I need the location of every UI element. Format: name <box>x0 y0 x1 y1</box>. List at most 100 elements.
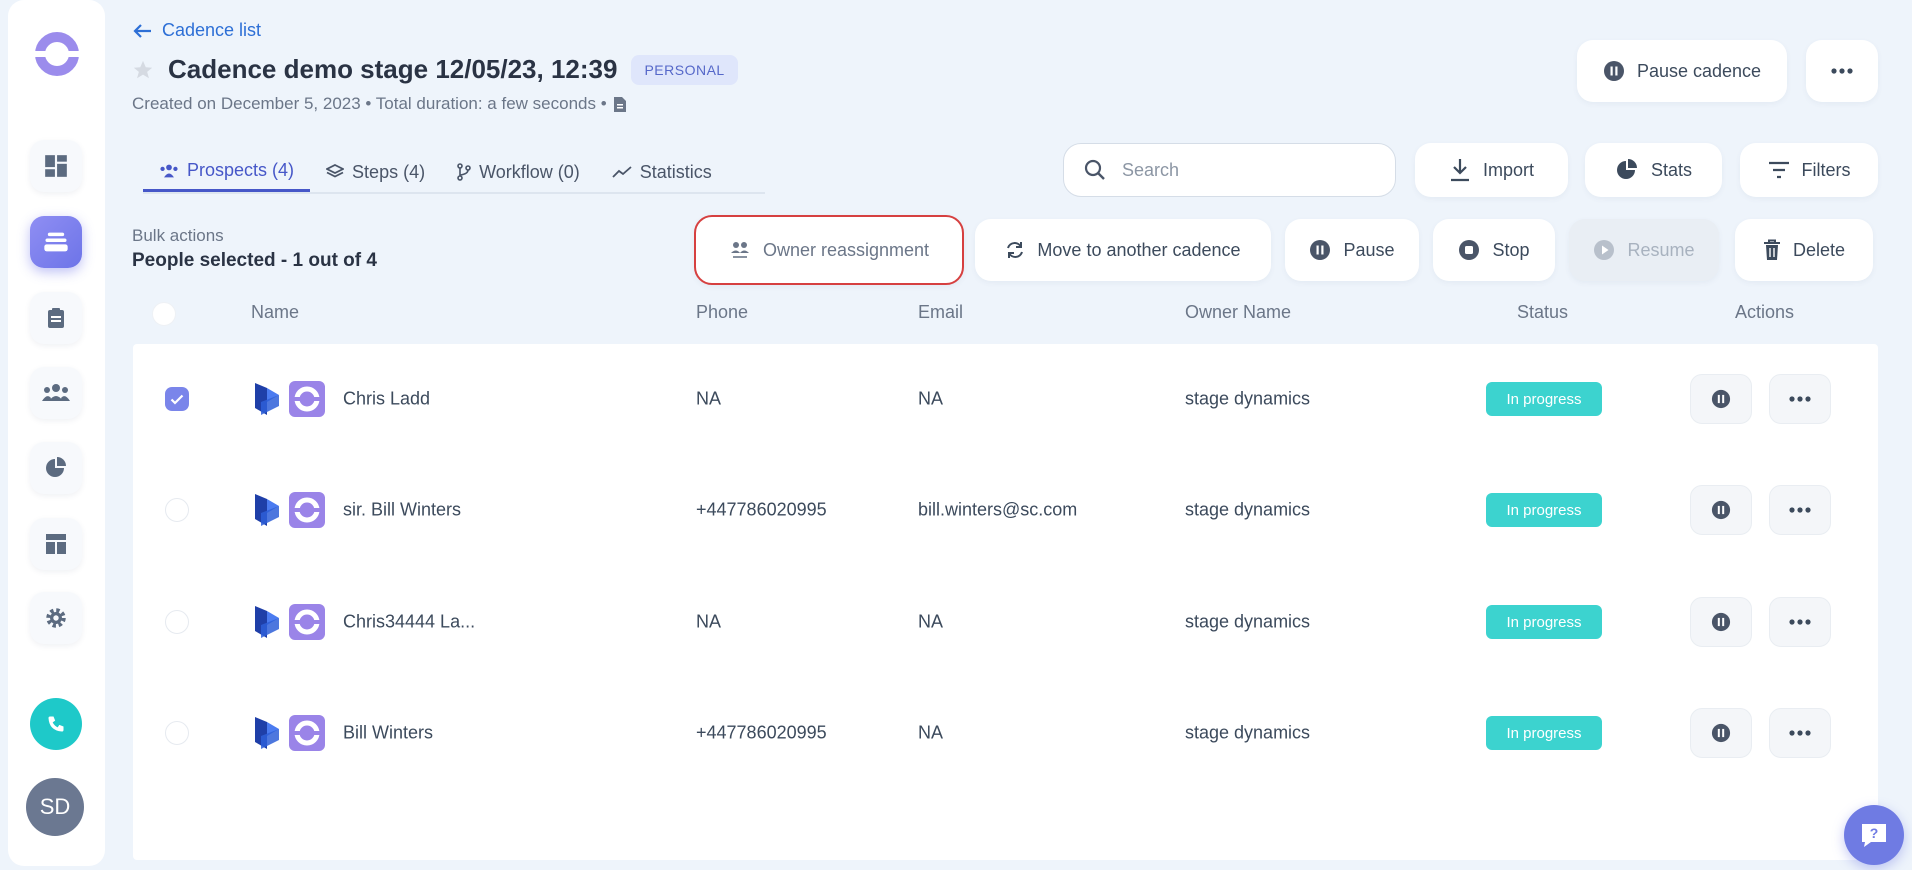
tab-label: Steps (4) <box>352 161 426 182</box>
row-more-button[interactable] <box>1769 597 1831 647</box>
pause-circle-icon <box>1711 612 1731 632</box>
bulk-stop-button[interactable]: Stop <box>1433 219 1555 281</box>
layout-icon <box>46 534 66 554</box>
document-icon[interactable] <box>613 96 627 113</box>
owner-reassignment-button[interactable]: Owner reassignment <box>694 215 964 285</box>
row-checkbox[interactable] <box>165 387 189 411</box>
prospect-owner: stage dynamics <box>1185 388 1311 409</box>
row-checkbox[interactable] <box>165 498 189 522</box>
tab-statistics[interactable]: Statistics <box>596 152 728 192</box>
bulk-resume-button[interactable]: Resume <box>1569 219 1719 281</box>
status-badge: In progress <box>1486 716 1602 750</box>
tab-steps[interactable]: Steps (4) <box>310 152 441 192</box>
clipboard-icon <box>48 308 64 328</box>
move-to-cadence-button[interactable]: Move to another cadence <box>975 219 1271 281</box>
pause-circle-icon <box>1310 240 1331 260</box>
table-row[interactable]: Bill Winters +447786020995 NA stage dyna… <box>133 678 1878 788</box>
personal-badge: PERSONAL <box>631 54 738 85</box>
prospect-phone: +447786020995 <box>696 499 827 520</box>
filters-label: Filters <box>1801 159 1851 180</box>
row-more-button[interactable] <box>1769 374 1831 424</box>
nav-tasks[interactable] <box>30 292 82 344</box>
filters-button[interactable]: Filters <box>1740 143 1878 197</box>
column-header-phone[interactable]: Phone <box>696 302 748 323</box>
svg-text:?: ? <box>1870 825 1879 841</box>
prospect-email: bill.winters@sc.com <box>918 499 1078 520</box>
nav-cadences[interactable] <box>30 216 82 268</box>
status-badge: In progress <box>1486 605 1602 639</box>
column-header-owner[interactable]: Owner Name <box>1185 302 1291 323</box>
nav-people[interactable] <box>30 367 82 419</box>
table-row[interactable]: sir. Bill Winters +447786020995 bill.win… <box>133 455 1878 565</box>
download-icon <box>1450 159 1469 182</box>
select-all-checkbox[interactable] <box>152 302 176 326</box>
page-title: Cadence demo stage 12/05/23, 12:39 <box>168 54 618 84</box>
search-input[interactable] <box>1122 159 1362 181</box>
help-chat-icon: ? <box>1862 824 1886 847</box>
checkmark-icon <box>170 394 184 405</box>
selection-count: People selected - 1 out of 4 <box>132 250 377 271</box>
tabs: Prospects (4) Steps (4) Workflow (0) Sta… <box>143 152 765 194</box>
prospect-email: NA <box>918 611 944 632</box>
import-button[interactable]: Import <box>1415 143 1568 197</box>
row-more-button[interactable] <box>1769 708 1831 758</box>
sidebar: SD <box>8 0 105 866</box>
filter-lines-icon <box>1768 161 1789 179</box>
column-header-name[interactable]: Name <box>251 302 299 323</box>
row-more-button[interactable] <box>1769 485 1831 535</box>
column-header-status[interactable]: Status <box>1517 302 1568 323</box>
row-checkbox[interactable] <box>165 610 189 634</box>
search-icon <box>1084 159 1105 180</box>
row-pause-button[interactable] <box>1690 708 1752 758</box>
prospect-name[interactable]: Chris34444 La... <box>343 612 475 633</box>
row-pause-button[interactable] <box>1690 374 1752 424</box>
row-pause-button[interactable] <box>1690 597 1752 647</box>
dynamics-logo-icon <box>255 717 279 749</box>
row-checkbox[interactable] <box>165 721 189 745</box>
star-icon[interactable] <box>132 59 154 81</box>
bulk-delete-button[interactable]: Delete <box>1735 219 1873 281</box>
nav-settings[interactable] <box>30 592 82 644</box>
bulk-actions-label: Bulk actions <box>132 226 224 245</box>
more-dots-icon <box>1789 396 1811 402</box>
tab-workflow[interactable]: Workflow (0) <box>441 152 596 192</box>
cadence-logo-icon <box>289 492 325 528</box>
bulk-pause-button[interactable]: Pause <box>1285 219 1419 281</box>
prospect-name[interactable]: Bill Winters <box>343 723 433 744</box>
prospect-email: NA <box>918 722 944 743</box>
tab-prospects[interactable]: Prospects (4) <box>143 152 311 192</box>
bulk-resume-label: Resume <box>1627 239 1695 260</box>
back-link[interactable]: Cadence list <box>132 20 261 41</box>
cadence-logo-icon <box>289 715 325 751</box>
prospect-name[interactable]: sir. Bill Winters <box>343 500 461 521</box>
prospect-name[interactable]: Chris Ladd <box>343 389 430 410</box>
table-row[interactable]: Chris Ladd NA NA stage dynamics In progr… <box>133 344 1878 454</box>
phone-button[interactable] <box>30 698 82 750</box>
stats-button[interactable]: Stats <box>1585 143 1722 197</box>
phone-icon <box>48 716 64 732</box>
more-dots-icon <box>1789 730 1811 736</box>
prospect-phone: NA <box>696 388 722 409</box>
row-pause-button[interactable] <box>1690 485 1752 535</box>
avatar[interactable]: SD <box>26 778 84 836</box>
column-header-email[interactable]: Email <box>918 302 963 323</box>
prospect-phone: NA <box>696 611 722 632</box>
nav-reports[interactable] <box>30 442 82 494</box>
nav-templates[interactable] <box>30 518 82 570</box>
pause-circle-icon <box>1603 61 1624 81</box>
prospect-phone: +447786020995 <box>696 722 827 743</box>
cadence-stack-icon <box>44 232 68 252</box>
pause-cadence-button[interactable]: Pause cadence <box>1577 40 1787 102</box>
pie-chart-icon <box>1616 159 1637 179</box>
nav-dashboard[interactable] <box>30 140 82 192</box>
pause-cadence-label: Pause cadence <box>1636 60 1762 81</box>
help-button[interactable]: ? <box>1844 805 1904 865</box>
header-more-button[interactable] <box>1806 40 1878 102</box>
table-row[interactable]: Chris34444 La... NA NA stage dynamics In… <box>133 567 1878 677</box>
pause-circle-icon <box>1711 389 1731 409</box>
page-subtitle: Created on December 5, 2023 • Total dura… <box>132 94 627 114</box>
play-circle-icon <box>1594 240 1615 260</box>
app-logo-icon[interactable] <box>33 30 81 78</box>
trend-line-icon <box>612 166 632 178</box>
prospect-owner: stage dynamics <box>1185 722 1311 743</box>
